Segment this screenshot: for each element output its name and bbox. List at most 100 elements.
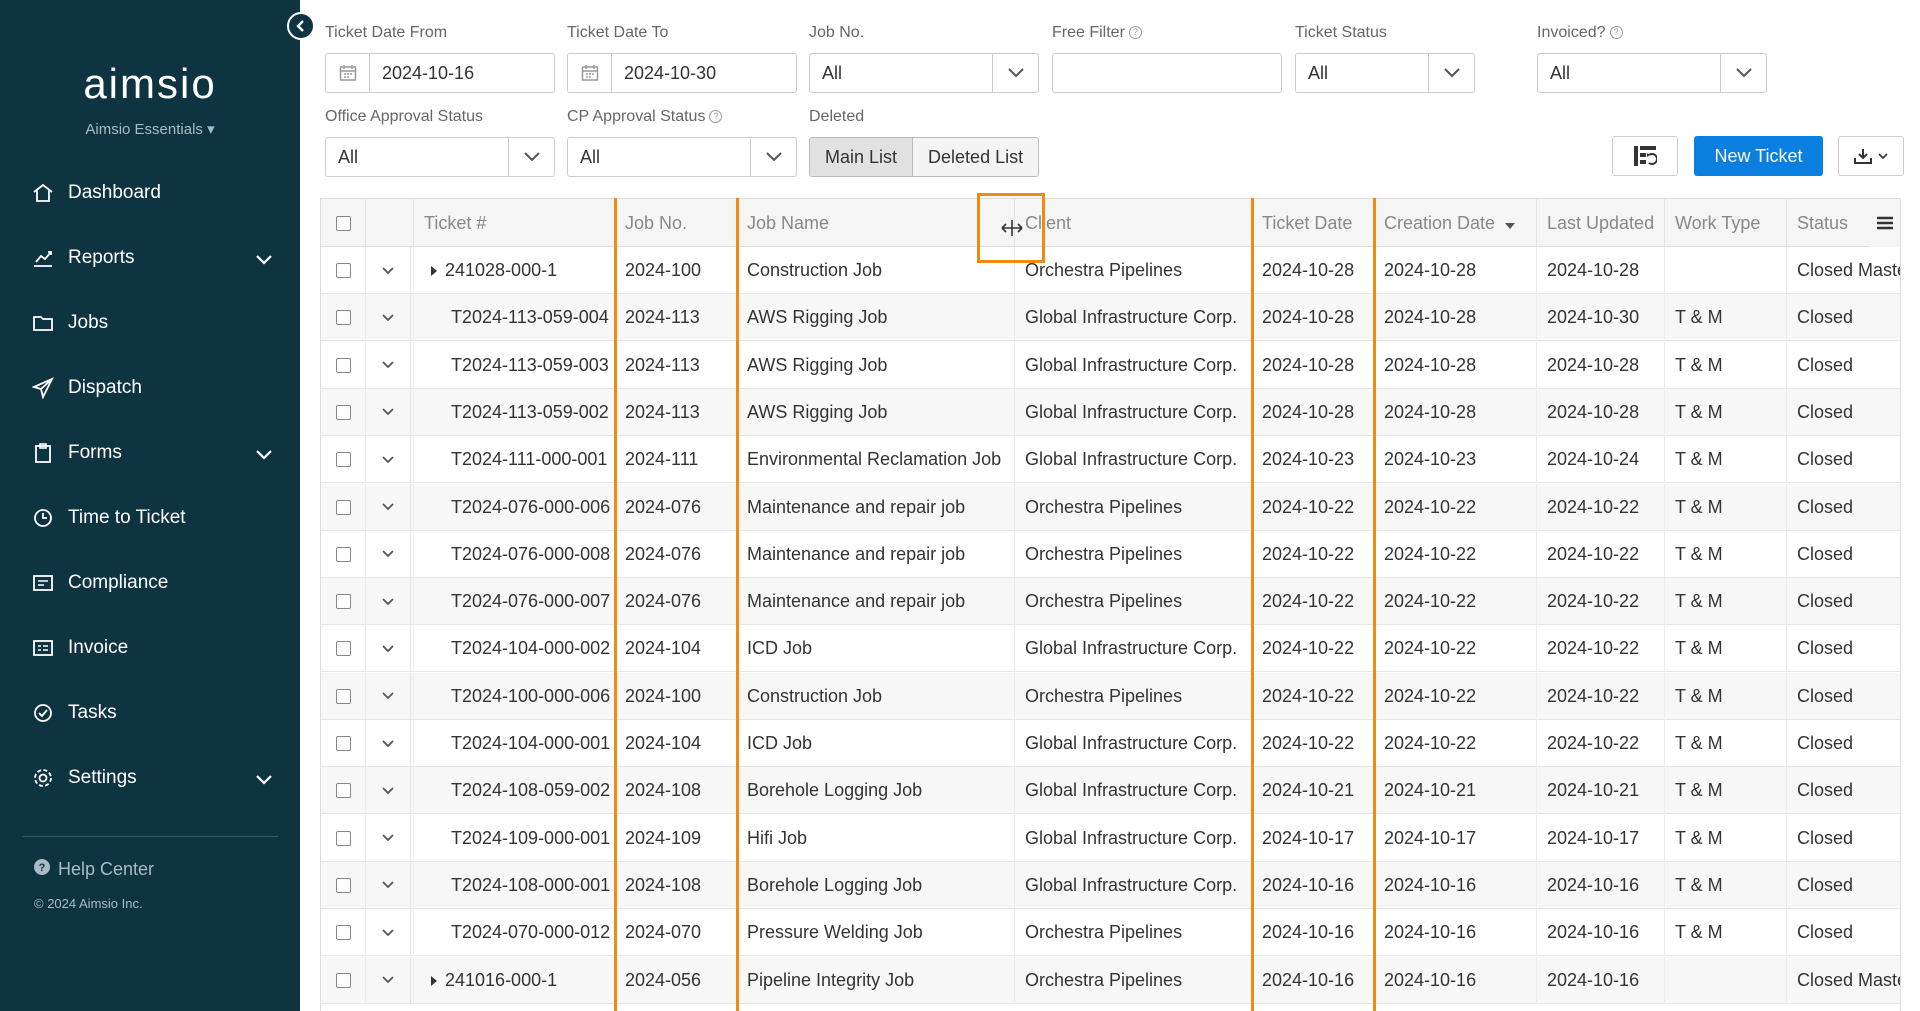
calendar-icon[interactable]: [568, 54, 612, 92]
chevron-down-icon[interactable]: [508, 138, 554, 176]
row-checkbox[interactable]: [321, 294, 366, 342]
row-checkbox[interactable]: [321, 388, 366, 436]
cell-ticket[interactable]: T2024-076-000-007: [414, 578, 615, 626]
sort-desc-icon[interactable]: [1505, 213, 1516, 234]
row-expand-button[interactable]: [366, 909, 414, 957]
table-row[interactable]: T2024-111-000-001 2024-111 Environmental R…: [321, 436, 1900, 484]
table-row[interactable]: T2024-104-000-001 2024-104 ICD Job Global I…: [321, 720, 1900, 767]
sidebar-item-forms[interactable]: Forms: [0, 420, 300, 485]
master-ticket-row[interactable]: 241016-000-1 2024-056 Pipeline Integrity J…: [321, 956, 1900, 1004]
row-checkbox[interactable]: [321, 483, 366, 531]
row-expand-button[interactable]: [366, 530, 414, 578]
chevron-down-icon[interactable]: [366, 720, 411, 767]
row-checkbox[interactable]: [321, 861, 366, 909]
cell-ticket[interactable]: T2024-076-000-006: [414, 483, 615, 531]
cell-ticket[interactable]: T2024-076-000-008: [414, 530, 615, 578]
cell-ticket[interactable]: T2024-113-059-002: [414, 388, 615, 436]
chevron-down-icon[interactable]: [366, 483, 411, 531]
chevron-down-icon[interactable]: [366, 247, 411, 294]
deleted-list-button[interactable]: Deleted List: [913, 138, 1039, 176]
table-row[interactable]: T2024-108-059-002 2024-108 Borehole Loggin…: [321, 767, 1900, 815]
row-checkbox[interactable]: [321, 720, 366, 767]
row-checkbox[interactable]: [321, 578, 366, 626]
checkbox[interactable]: [335, 925, 351, 941]
table-row[interactable]: T2024-104-000-002 2024-104 ICD Job Global I…: [321, 625, 1900, 673]
column-header-client[interactable]: Client: [1015, 199, 1252, 247]
invoiced-select[interactable]: All: [1537, 53, 1767, 93]
row-checkbox[interactable]: [321, 814, 366, 862]
column-header-ticket-date[interactable]: Ticket Date: [1252, 199, 1374, 247]
chevron-down-icon[interactable]: [366, 767, 411, 815]
row-checkbox[interactable]: [321, 956, 366, 1004]
row-expand-button[interactable]: [366, 625, 414, 673]
row-expand-button[interactable]: [366, 814, 414, 862]
chevron-down-icon[interactable]: [366, 436, 411, 484]
info-icon[interactable]: ?: [1128, 26, 1142, 39]
cell-ticket[interactable]: T2024-109-000-001: [414, 814, 615, 862]
row-checkbox[interactable]: [321, 530, 366, 578]
sidebar-item-time-to-ticket[interactable]: Time to Ticket: [0, 485, 300, 550]
free-filter-input[interactable]: [1052, 53, 1282, 93]
column-header-work-type[interactable]: Work Type: [1665, 199, 1787, 247]
cell-ticket[interactable]: T2024-113-059-003: [414, 341, 615, 389]
row-expand-button[interactable]: [366, 294, 414, 342]
sidebar-item-compliance[interactable]: Compliance: [0, 550, 300, 615]
date-from-input[interactable]: 2024-10-16: [325, 53, 555, 93]
export-button[interactable]: [1838, 136, 1904, 176]
checkbox[interactable]: [335, 263, 351, 278]
checkbox[interactable]: [335, 972, 351, 988]
sidebar-item-tasks[interactable]: Tasks: [0, 680, 300, 745]
new-ticket-button[interactable]: New Ticket: [1694, 136, 1823, 176]
table-row[interactable]: T2024-113-059-004 2024-113 AWS Rigging Job…: [321, 294, 1900, 342]
table-row[interactable]: T2024-108-000-001 2024-108 Borehole Loggin…: [321, 861, 1900, 909]
checkbox[interactable]: [335, 546, 351, 562]
checkbox[interactable]: [335, 830, 351, 846]
sidebar-item-jobs[interactable]: Jobs: [0, 290, 300, 355]
sidebar-item-reports[interactable]: Reports: [0, 225, 300, 290]
checkbox[interactable]: [335, 783, 351, 799]
master-ticket-row[interactable]: 241028-000-1 2024-100 Construction Job Orch…: [321, 247, 1900, 294]
column-header-updated[interactable]: Last Updated: [1537, 199, 1665, 247]
chevron-down-icon[interactable]: [366, 625, 411, 673]
cell-ticket[interactable]: T2024-111-000-001: [414, 436, 615, 484]
cell-ticket[interactable]: 241028-000-1: [414, 247, 615, 294]
checkbox[interactable]: [335, 594, 351, 610]
table-row[interactable]: T2024-076-000-006 2024-076 Maintenance and…: [321, 483, 1900, 531]
row-expand-button[interactable]: [366, 578, 414, 626]
sidebar-collapse-button[interactable]: [287, 12, 315, 40]
column-header-ticket[interactable]: Ticket #: [414, 199, 615, 247]
row-expand-button[interactable]: [366, 483, 414, 531]
row-expand-button[interactable]: [366, 861, 414, 909]
chevron-down-icon[interactable]: [366, 672, 411, 720]
chevron-down-icon[interactable]: [750, 138, 796, 176]
help-center-link[interactable]: ? Help Center: [34, 859, 154, 880]
chevron-down-icon[interactable]: [256, 249, 272, 271]
row-checkbox[interactable]: [321, 341, 366, 389]
row-expand-button[interactable]: [366, 247, 414, 294]
select-all-checkbox[interactable]: [321, 199, 366, 247]
grid-menu-button[interactable]: [1870, 199, 1900, 247]
chevron-down-icon[interactable]: [1428, 54, 1474, 92]
sidebar-item-settings[interactable]: Settings: [0, 745, 300, 810]
checkbox[interactable]: [335, 404, 351, 420]
row-checkbox[interactable]: [321, 247, 366, 294]
chevron-down-icon[interactable]: [992, 54, 1038, 92]
checkbox[interactable]: [335, 499, 351, 515]
row-checkbox[interactable]: [321, 625, 366, 673]
chevron-down-icon[interactable]: [366, 861, 411, 909]
sidebar-item-invoice[interactable]: Invoice: [0, 615, 300, 680]
row-expand-button[interactable]: [366, 436, 414, 484]
row-expand-button[interactable]: [366, 388, 414, 436]
cp-approval-select[interactable]: All: [567, 137, 797, 177]
table-row[interactable]: T2024-109-000-001 2024-109 Hifi Job Global …: [321, 814, 1900, 862]
info-icon[interactable]: ?: [709, 110, 723, 123]
table-row[interactable]: T2024-113-059-003 2024-113 AWS Rigging Job…: [321, 341, 1900, 389]
cell-ticket[interactable]: T2024-104-000-001: [414, 720, 615, 767]
chevron-down-icon[interactable]: [256, 444, 272, 466]
office-approval-select[interactable]: All: [325, 137, 555, 177]
row-checkbox[interactable]: [321, 767, 366, 815]
cell-ticket[interactable]: 241016-000-1: [414, 956, 615, 1004]
chevron-down-icon[interactable]: [366, 388, 411, 436]
row-expand-button[interactable]: [366, 720, 414, 767]
chevron-down-icon[interactable]: [366, 956, 411, 1004]
